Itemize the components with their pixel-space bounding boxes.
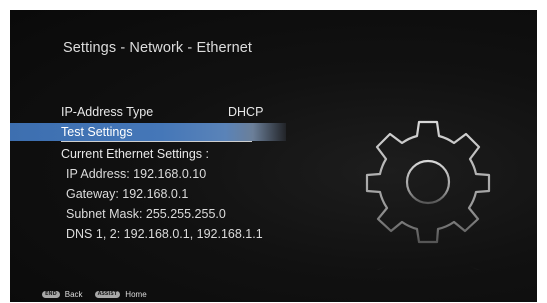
back-hint[interactable]: Back bbox=[65, 290, 83, 299]
gateway-value: Gateway: 192.168.0.1 bbox=[66, 187, 189, 201]
subnet-mask-value: Subnet Mask: 255.255.255.0 bbox=[66, 207, 226, 221]
ethernet-settings-screen: Settings - Network - Ethernet IP-Address… bbox=[10, 10, 537, 302]
divider bbox=[61, 141, 252, 142]
ip-address-type-value[interactable]: DHCP bbox=[228, 105, 263, 119]
menu-item-ip-address-type[interactable]: IP-Address Type bbox=[61, 105, 153, 119]
page-title: Settings - Network - Ethernet bbox=[63, 40, 253, 56]
gear-icon bbox=[343, 110, 513, 280]
footer-hints: END Back ASSIST Home bbox=[42, 288, 154, 300]
ip-address-value: IP Address: 192.168.0.10 bbox=[66, 167, 207, 181]
current-settings-heading: Current Ethernet Settings : bbox=[61, 147, 209, 161]
menu-item-test-settings[interactable]: Test Settings bbox=[61, 125, 133, 139]
assist-key-icon[interactable]: ASSIST bbox=[94, 290, 121, 298]
end-key-icon[interactable]: END bbox=[42, 290, 60, 298]
home-hint[interactable]: Home bbox=[125, 290, 146, 299]
selection-highlight bbox=[10, 123, 286, 141]
dns-value: DNS 1, 2: 192.168.0.1, 192.168.1.1 bbox=[66, 227, 263, 241]
